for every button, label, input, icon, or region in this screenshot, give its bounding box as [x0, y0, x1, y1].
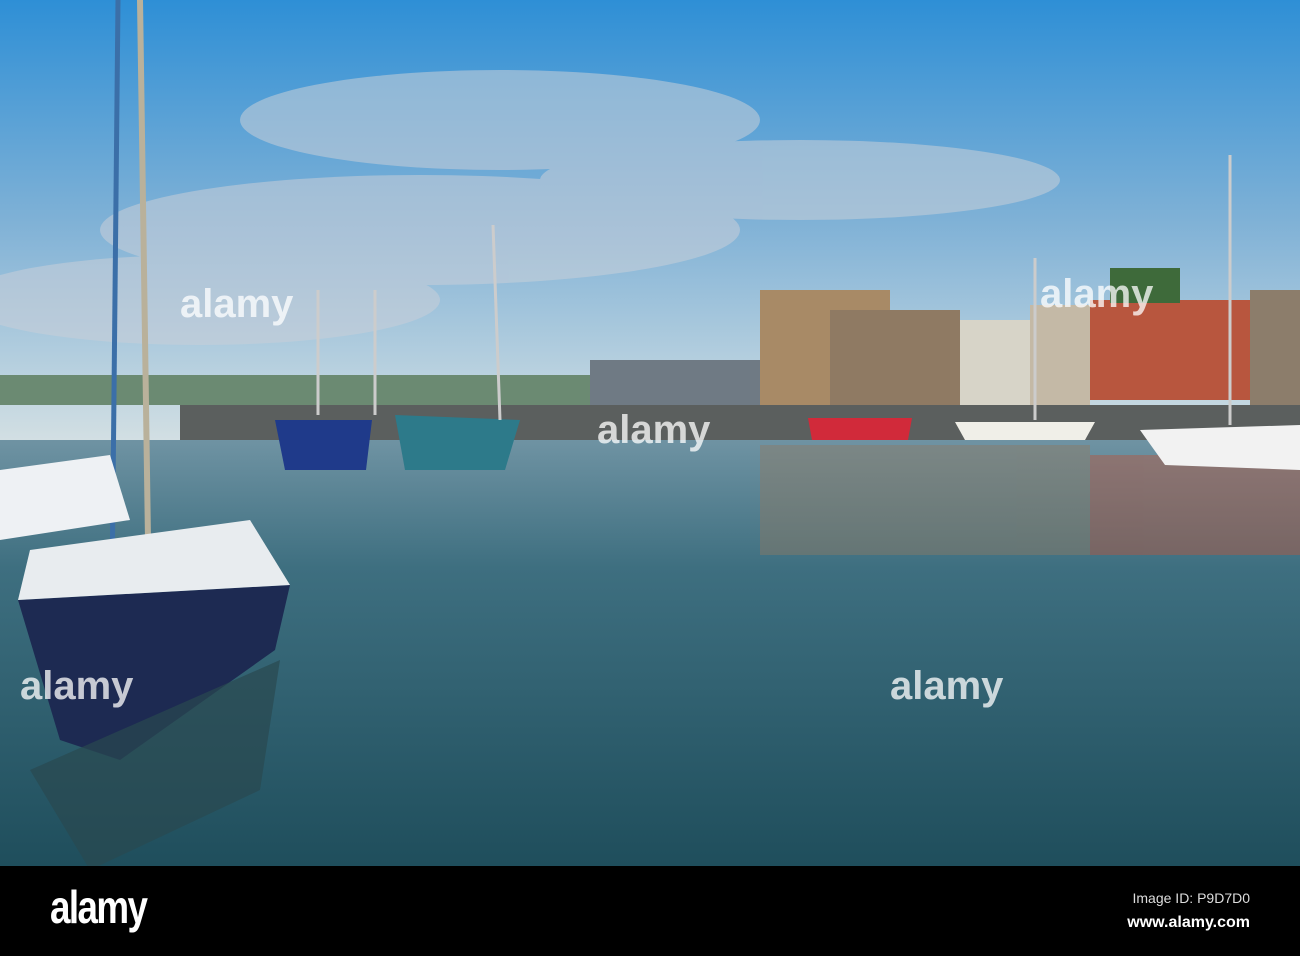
footer-bar: alamy Image ID: P9D7D0 www.alamy.com: [0, 866, 1300, 956]
photo-frame: alamy alamy alamy alamy alamy alamy Imag…: [0, 0, 1300, 956]
watermark: alamy: [180, 282, 294, 326]
watermark: alamy: [890, 664, 1004, 708]
watermark: alamy: [20, 664, 134, 708]
watermark: alamy: [597, 408, 711, 452]
alamy-logo: alamy: [50, 881, 148, 933]
image-id: Image ID: P9D7D0: [1132, 890, 1251, 906]
site-url: www.alamy.com: [1127, 914, 1250, 931]
watermark: alamy: [1040, 272, 1154, 316]
